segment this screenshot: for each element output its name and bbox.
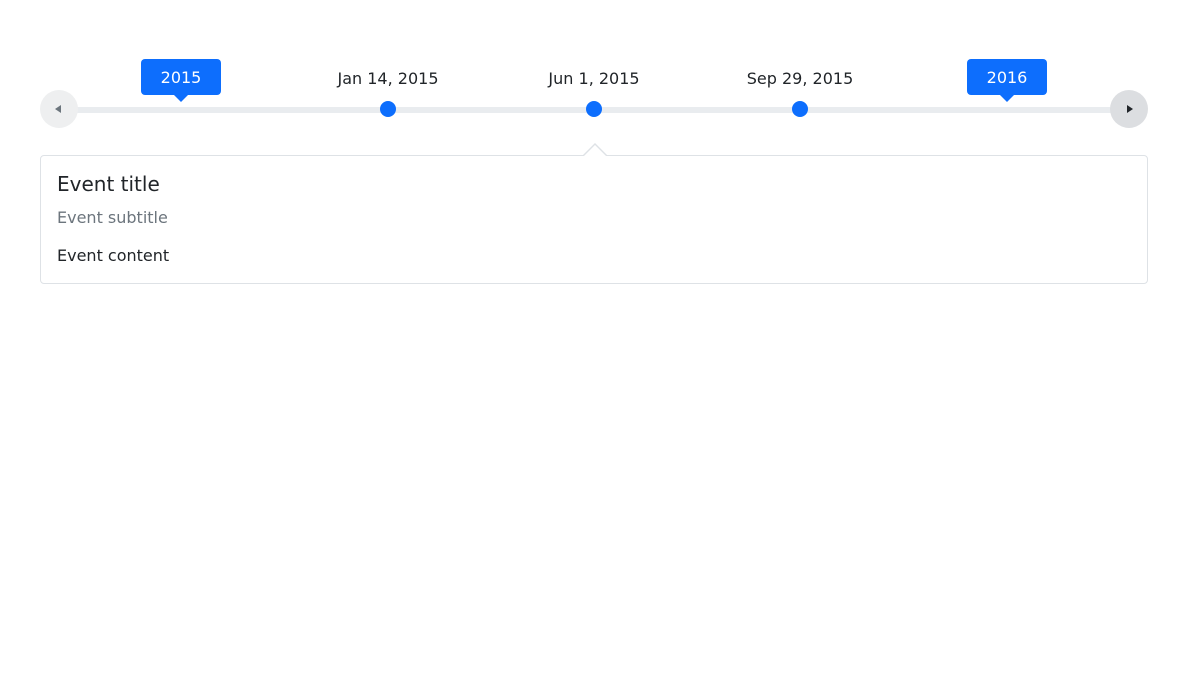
event-date-label: Jan 14, 2015 [337, 69, 439, 88]
timeline-prev-button[interactable] [40, 90, 78, 128]
timeline-next-button[interactable] [1110, 90, 1148, 128]
event-title: Event title [57, 172, 160, 196]
event-card: Event title Event subtitle Event content [40, 155, 1148, 284]
event-content: Event content [57, 246, 170, 265]
event-point[interactable] [792, 101, 808, 117]
event-point[interactable] [380, 101, 396, 117]
timeline: 2015 2016 Jan 14, 2015 Jun 1, 2015 Sep 2… [0, 0, 1200, 300]
event-date-label: Jun 1, 2015 [548, 69, 640, 88]
year-marker-2015[interactable]: 2015 [141, 59, 221, 102]
event-subtitle: Event subtitle [57, 208, 168, 227]
year-marker-2016[interactable]: 2016 [967, 59, 1047, 102]
caret-left-icon [55, 105, 61, 113]
event-card-pointer-fill [584, 145, 606, 156]
caret-right-icon [1127, 105, 1133, 113]
event-point-selected[interactable] [586, 101, 602, 117]
event-date-label: Sep 29, 2015 [746, 69, 854, 88]
